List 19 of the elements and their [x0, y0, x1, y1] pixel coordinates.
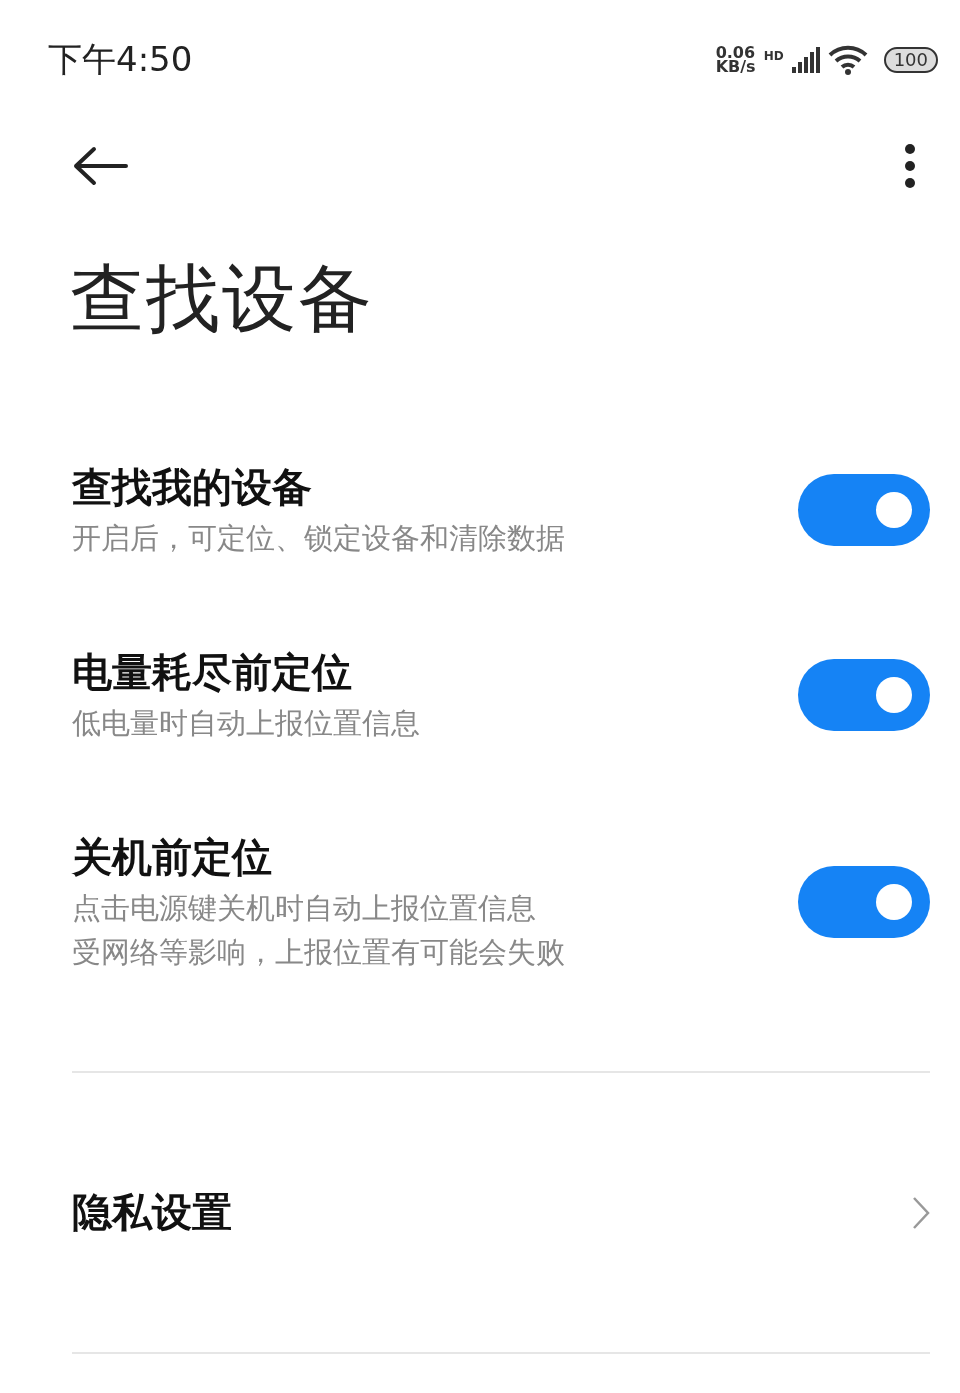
setting-description: 点击电源键关机时自动上报位置信息	[72, 890, 537, 927]
back-icon[interactable]	[72, 146, 128, 186]
page-title: 查找设备	[70, 254, 375, 343]
battery-indicator: 100	[883, 47, 938, 73]
signal-icon	[791, 47, 820, 73]
setting-description: 受网络等影响，上报位置有可能会失败	[72, 934, 565, 971]
status-time: 下午4:50	[48, 38, 193, 81]
more-icon[interactable]	[904, 144, 916, 188]
settings-link[interactable]: 隐私设置	[72, 1185, 930, 1240]
setting-title: 查找我的设备	[72, 463, 313, 512]
chevron-right-icon	[912, 1195, 930, 1230]
network-type-label: HD	[763, 49, 784, 63]
setting-description: 开启后，可定位、锁定设备和清除数据	[72, 520, 565, 557]
setting-description: 低电量时自动上报位置信息	[72, 705, 420, 742]
setting-title: 关机前定位	[72, 833, 273, 882]
network-speed-unit: KB/s	[715, 60, 756, 75]
wifi-icon	[827, 45, 868, 75]
network-speed: 0.06	[715, 45, 756, 60]
setting-title: 电量耗尽前定位	[72, 648, 353, 697]
